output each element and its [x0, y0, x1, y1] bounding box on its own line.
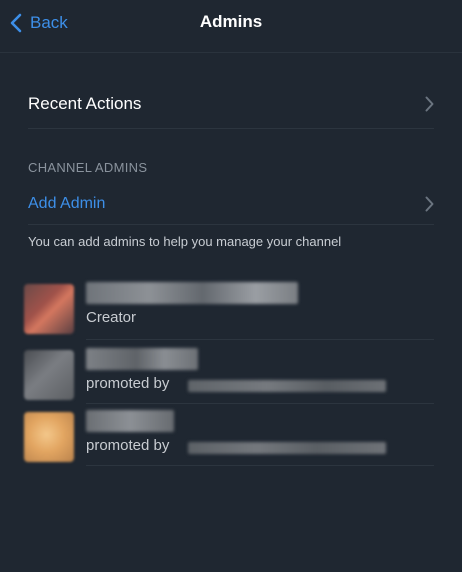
chevron-right-icon — [425, 96, 434, 112]
admin-row[interactable]: promoted by — [24, 408, 434, 464]
add-admin-label: Add Admin — [28, 195, 106, 212]
admin-promoted-by: promoted by — [86, 437, 170, 454]
add-admin-button[interactable]: Add Admin — [28, 190, 434, 218]
recent-actions-label: Recent Actions — [28, 94, 142, 113]
recent-divider — [28, 128, 434, 129]
admin-name-redacted — [86, 410, 174, 432]
admin-role: Creator — [86, 309, 137, 326]
avatar — [24, 284, 74, 334]
channel-admins-header: CHANNEL ADMINS — [28, 160, 148, 175]
admin-separator — [86, 339, 434, 340]
promoter-name-redacted — [188, 442, 386, 454]
chevron-right-icon — [425, 196, 434, 212]
admin-separator — [86, 403, 434, 404]
promoter-name-redacted — [188, 380, 386, 392]
admin-promoted-by: promoted by — [86, 375, 170, 392]
navigation-bar: Back Admins — [0, 0, 462, 53]
avatar — [24, 412, 74, 462]
recent-actions-row[interactable]: Recent Actions — [28, 88, 434, 120]
add-admin-divider — [28, 224, 434, 225]
avatar — [24, 350, 74, 400]
admins-screen: Back Admins Recent Actions CHANNEL ADMIN… — [0, 0, 462, 572]
admin-separator — [86, 465, 434, 466]
admin-name-redacted — [86, 282, 298, 304]
add-admin-hint: You can add admins to help you manage yo… — [28, 234, 342, 249]
admin-row[interactable]: Creator — [24, 280, 434, 336]
page-title: Admins — [199, 12, 263, 31]
admin-name-redacted — [86, 348, 198, 370]
admin-row[interactable]: promoted by — [24, 346, 434, 402]
